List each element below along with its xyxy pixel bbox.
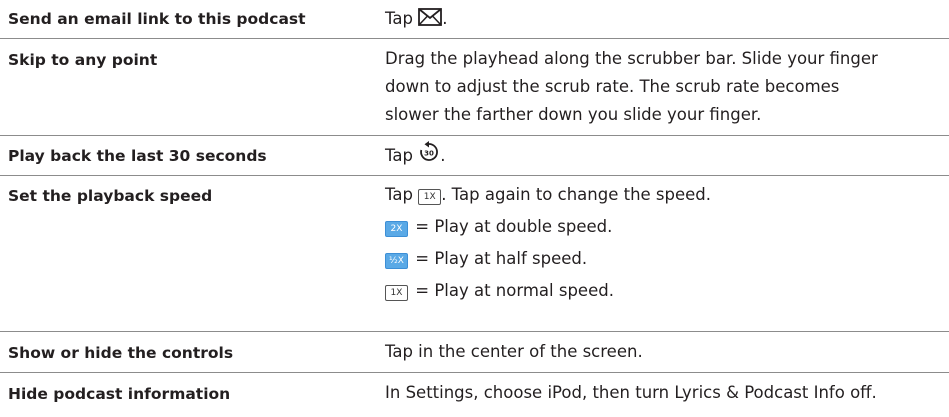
- row-divider: [0, 331, 949, 332]
- row-divider: [0, 38, 949, 39]
- skip-back-30-label: 30: [424, 150, 434, 158]
- tap-text: Tap: [385, 9, 413, 28]
- period-text: .: [440, 146, 446, 165]
- row-desc-hide-info: In Settings, choose iPod, then turn Lyri…: [385, 383, 877, 402]
- speed-item-text: = Play at normal speed.: [415, 281, 614, 300]
- speed-1x-icon: 1X: [385, 285, 408, 301]
- speed-1x-icon: 1X: [418, 189, 442, 205]
- period-text: .: [442, 9, 448, 28]
- speed-half-icon: ½X: [385, 253, 408, 269]
- speed-item-half: ½X = Play at half speed.: [385, 245, 945, 273]
- row-action-show-hide-controls: Show or hide the controls: [8, 344, 234, 362]
- desc-line: down to adjust the scrub rate. The scrub…: [385, 77, 840, 96]
- tap-text: Tap: [385, 185, 413, 204]
- speed-2x-icon: 2X: [385, 221, 408, 237]
- row-action-play-back-30: Play back the last 30 seconds: [8, 147, 267, 165]
- row-desc-email-link: Tap .: [385, 5, 945, 33]
- speed-intro-text: . Tap again to change the speed.: [441, 185, 712, 204]
- podcast-controls-table: Send an email link to this podcast Tap .…: [0, 0, 949, 417]
- speed-item-normal: 1X = Play at normal speed.: [385, 277, 945, 305]
- row-divider: [0, 175, 949, 176]
- envelope-icon: [418, 8, 443, 26]
- desc-line: slower the farther down you slide your f…: [385, 105, 762, 124]
- row-divider: [0, 372, 949, 373]
- speed-item-text: = Play at half speed.: [415, 249, 588, 268]
- row-desc-skip: Drag the playhead along the scrubber bar…: [385, 45, 945, 129]
- row-action-email-link: Send an email link to this podcast: [8, 10, 306, 28]
- speed-item-double: 2X = Play at double speed.: [385, 213, 945, 241]
- row-action-hide-info: Hide podcast information: [8, 385, 231, 403]
- row-divider: [0, 135, 949, 136]
- row-desc-playback-speed: Tap 1X. Tap again to change the speed. 2…: [385, 181, 945, 305]
- row-action-playback-speed: Set the playback speed: [8, 187, 213, 205]
- row-desc-show-hide-controls: Tap in the center of the screen.: [385, 342, 643, 361]
- row-action-skip: Skip to any point: [8, 51, 158, 69]
- speed-intro: Tap 1X. Tap again to change the speed.: [385, 181, 945, 209]
- row-desc-play-back-30: Tap 30 .: [385, 141, 945, 172]
- desc-line: Drag the playhead along the scrubber bar…: [385, 49, 878, 68]
- skip-back-30-icon: 30: [418, 141, 440, 172]
- speed-item-text: = Play at double speed.: [415, 217, 613, 236]
- tap-text: Tap: [385, 146, 413, 165]
